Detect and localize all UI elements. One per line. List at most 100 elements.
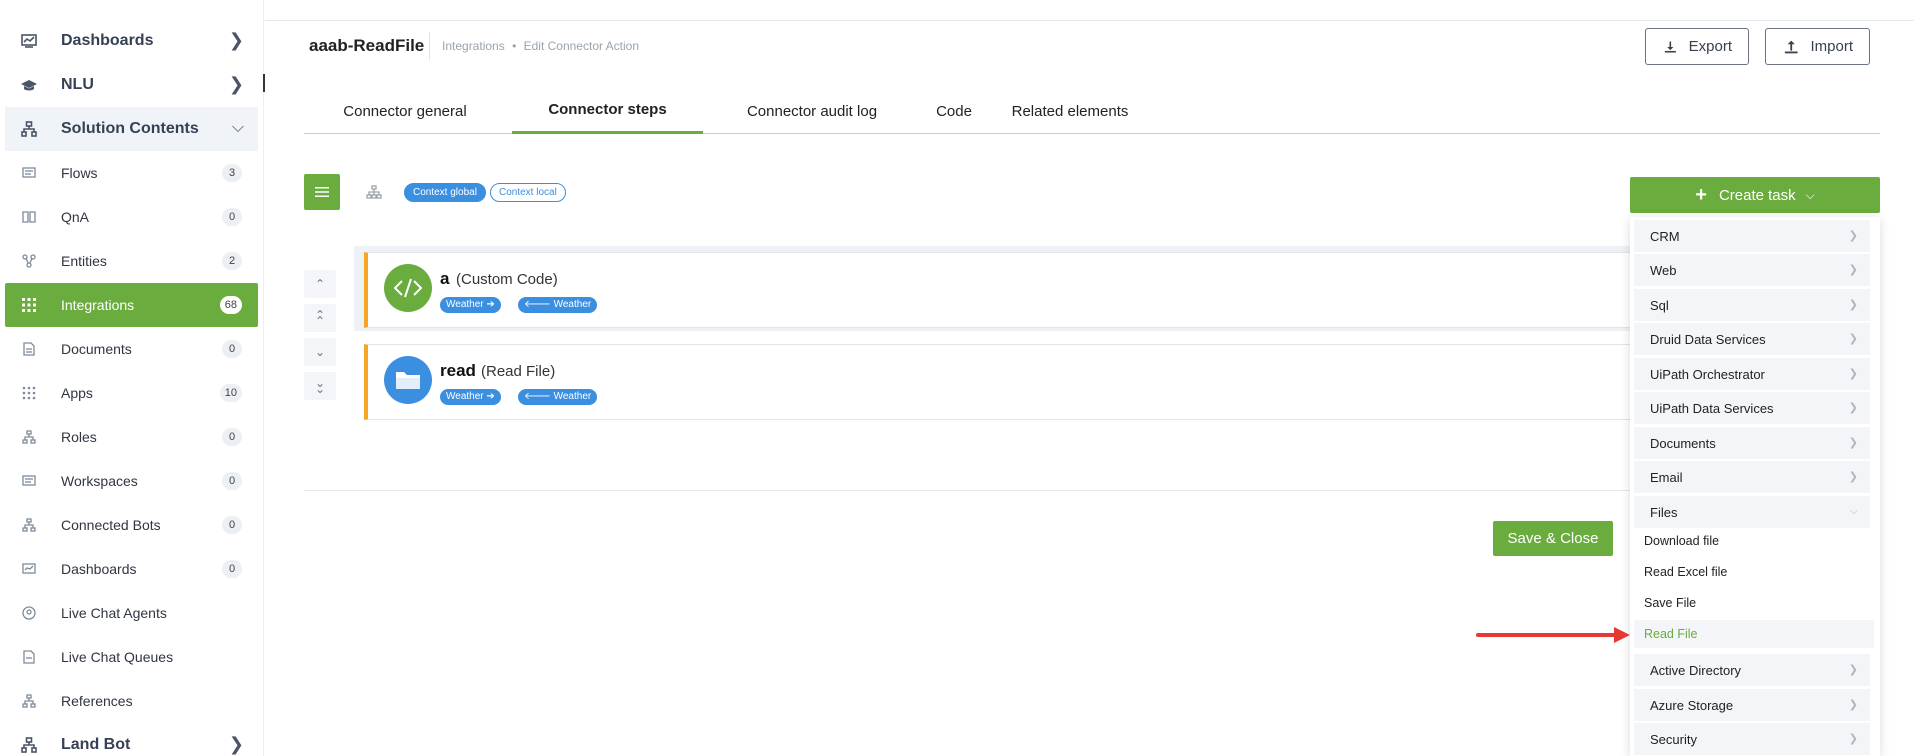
task-read-file[interactable]: Read File [1634,620,1874,648]
sidebar-item-roles[interactable]: Roles 0 [5,415,258,459]
sidebar-item-entities[interactable]: Entities 2 [5,239,258,283]
step-card[interactable]: read (Read File) Weather ➔ 🡐 Weather [364,344,1654,420]
content-divider [304,490,1634,491]
category-uipath-data-services[interactable]: UiPath Data Services ❯ [1634,392,1870,424]
category-security[interactable]: Security ❯ [1634,723,1870,755]
task-download-file[interactable]: Download file [1644,527,1719,555]
tab-related-elements[interactable]: Related elements [1000,88,1140,134]
sitemap-icon [19,691,39,711]
grid-icon [19,295,39,315]
chevron-right-icon: ❯ [1848,733,1858,745]
category-web[interactable]: Web ❯ [1634,254,1870,286]
sidebar-item-connected-bots[interactable]: Connected Bots 0 [5,503,258,547]
sidebar-item-label: Apps [61,385,93,401]
category-label: CRM [1650,228,1680,244]
tab-connector-audit-log[interactable]: Connector audit log [712,88,912,134]
category-label: Documents [1650,435,1716,451]
sidebar-item-label: Land Bot [61,736,131,753]
chevron-right-icon: ❯ [1848,333,1858,345]
annotation-arrow [1476,633,1618,637]
sidebar-item-dashboards-top[interactable]: Dashboards ❯ [5,19,258,63]
category-label: Security [1650,731,1697,747]
move-bottom-button[interactable]: ⌄ ⌄ [304,372,336,400]
count-badge: 68 [219,296,242,314]
flows-icon [19,163,39,183]
chevron-right-icon: ❯ [1848,699,1858,711]
sidebar-item-qna[interactable]: QnA 0 [5,195,258,239]
sidebar-item-solution-contents[interactable]: Solution Contents ⌵ [5,107,258,151]
step-name: read [440,361,476,380]
sidebar-item-workspaces[interactable]: Workspaces 0 [5,459,258,503]
sitemap-icon[interactable] [366,184,382,200]
sidebar-resize-handle[interactable] [263,74,265,92]
step-type: (Custom Code) [456,271,558,288]
breadcrumb-integrations[interactable]: Integrations [442,39,505,53]
save-close-button[interactable]: Save & Close [1493,521,1613,556]
tab-connector-general[interactable]: Connector general [304,88,506,134]
chart-icon [19,31,39,51]
category-sql[interactable]: Sql ❯ [1634,289,1870,321]
chevron-right-icon: ❯ [1848,368,1858,380]
category-crm[interactable]: CRM ❯ [1634,220,1870,252]
category-email[interactable]: Email ❯ [1634,461,1870,493]
sidebar-item-documents[interactable]: Documents 0 [5,327,258,371]
chevron-right-icon: ❯ [228,74,244,94]
sidebar-item-references[interactable]: References [5,679,258,723]
category-uipath-orchestrator[interactable]: UiPath Orchestrator ❯ [1634,358,1870,390]
count-badge: 0 [222,516,242,534]
category-active-directory[interactable]: Active Directory ❯ [1634,654,1870,686]
graduation-cap-icon [19,75,39,95]
sidebar-item-live-chat-queues[interactable]: Live Chat Queues [5,635,258,679]
import-label: Import [1810,38,1853,55]
sidebar-item-nlu[interactable]: NLU ❯ [5,63,258,107]
sidebar-item-flows[interactable]: Flows 3 [5,151,258,195]
count-badge: 10 [219,384,242,402]
move-up-button[interactable]: ⌃ [304,270,336,298]
chevron-right-icon: ❯ [228,30,244,50]
move-top-button[interactable]: ⌃ ⌃ [304,304,336,332]
sidebar-item-label: Connected Bots [61,517,161,533]
task-read-excel-file[interactable]: Read Excel file [1644,558,1727,586]
sitemap-icon [19,515,39,535]
sidebar-item-label: NLU [61,76,94,93]
sidebar-item-label: Live Chat Queues [61,649,174,665]
category-label: Email [1650,469,1683,485]
annotation-arrow-head [1614,627,1630,643]
export-label: Export [1688,38,1732,55]
sidebar-item-label: Live Chat Agents [61,605,167,621]
sidebar-item-label: References [61,693,133,709]
sidebar-item-label: Entities [61,253,107,269]
task-save-file[interactable]: Save File [1644,589,1696,617]
sidebar-item-label: Roles [61,429,97,445]
step-card[interactable]: a (Custom Code) Weather ➔ 🡐 Weather [364,252,1654,328]
export-button[interactable]: Export [1645,28,1749,65]
count-badge: 0 [222,340,242,358]
create-task-button[interactable]: + Create task ⌵ [1630,177,1880,213]
context-global-toggle[interactable]: Context global [404,183,486,202]
count-badge: 0 [222,560,242,578]
tab-code[interactable]: Code [924,88,984,134]
category-druid-data-services[interactable]: Druid Data Services ❯ [1634,323,1870,355]
upload-icon [1784,40,1798,53]
hamburger-menu-button[interactable] [304,174,340,210]
breadcrumb-separator: • [512,39,517,53]
sidebar-item-live-chat-agents[interactable]: Live Chat Agents [5,591,258,635]
sidebar: Dashboards ❯ NLU ❯ Solution Contents ⌵ F… [0,0,264,756]
import-button[interactable]: Import [1765,28,1870,65]
category-azure-storage[interactable]: Azure Storage ❯ [1634,689,1870,721]
category-documents[interactable]: Documents ❯ [1634,427,1870,459]
sidebar-item-label: Flows [61,165,98,181]
move-down-button[interactable]: ⌄ [304,338,336,366]
tab-connector-steps[interactable]: Connector steps [512,88,703,134]
category-files[interactable]: Files ⌵ [1634,496,1870,528]
sidebar-item-dashboards[interactable]: Dashboards 0 [5,547,258,591]
sidebar-item-integrations[interactable]: Integrations 68 [5,283,258,327]
double-chevron-up-icon: ⌃ ⌃ [314,308,326,328]
sidebar-item-land-bot[interactable]: Land Bot ❯ [5,723,258,756]
sidebar-item-apps[interactable]: Apps 10 [5,371,258,415]
queue-icon [19,647,39,667]
context-local-toggle[interactable]: Context local [490,183,566,202]
chevron-right-icon: ❯ [1848,299,1858,311]
sidebar-item-label: Dashboards [61,561,137,577]
count-badge: 0 [222,428,242,446]
